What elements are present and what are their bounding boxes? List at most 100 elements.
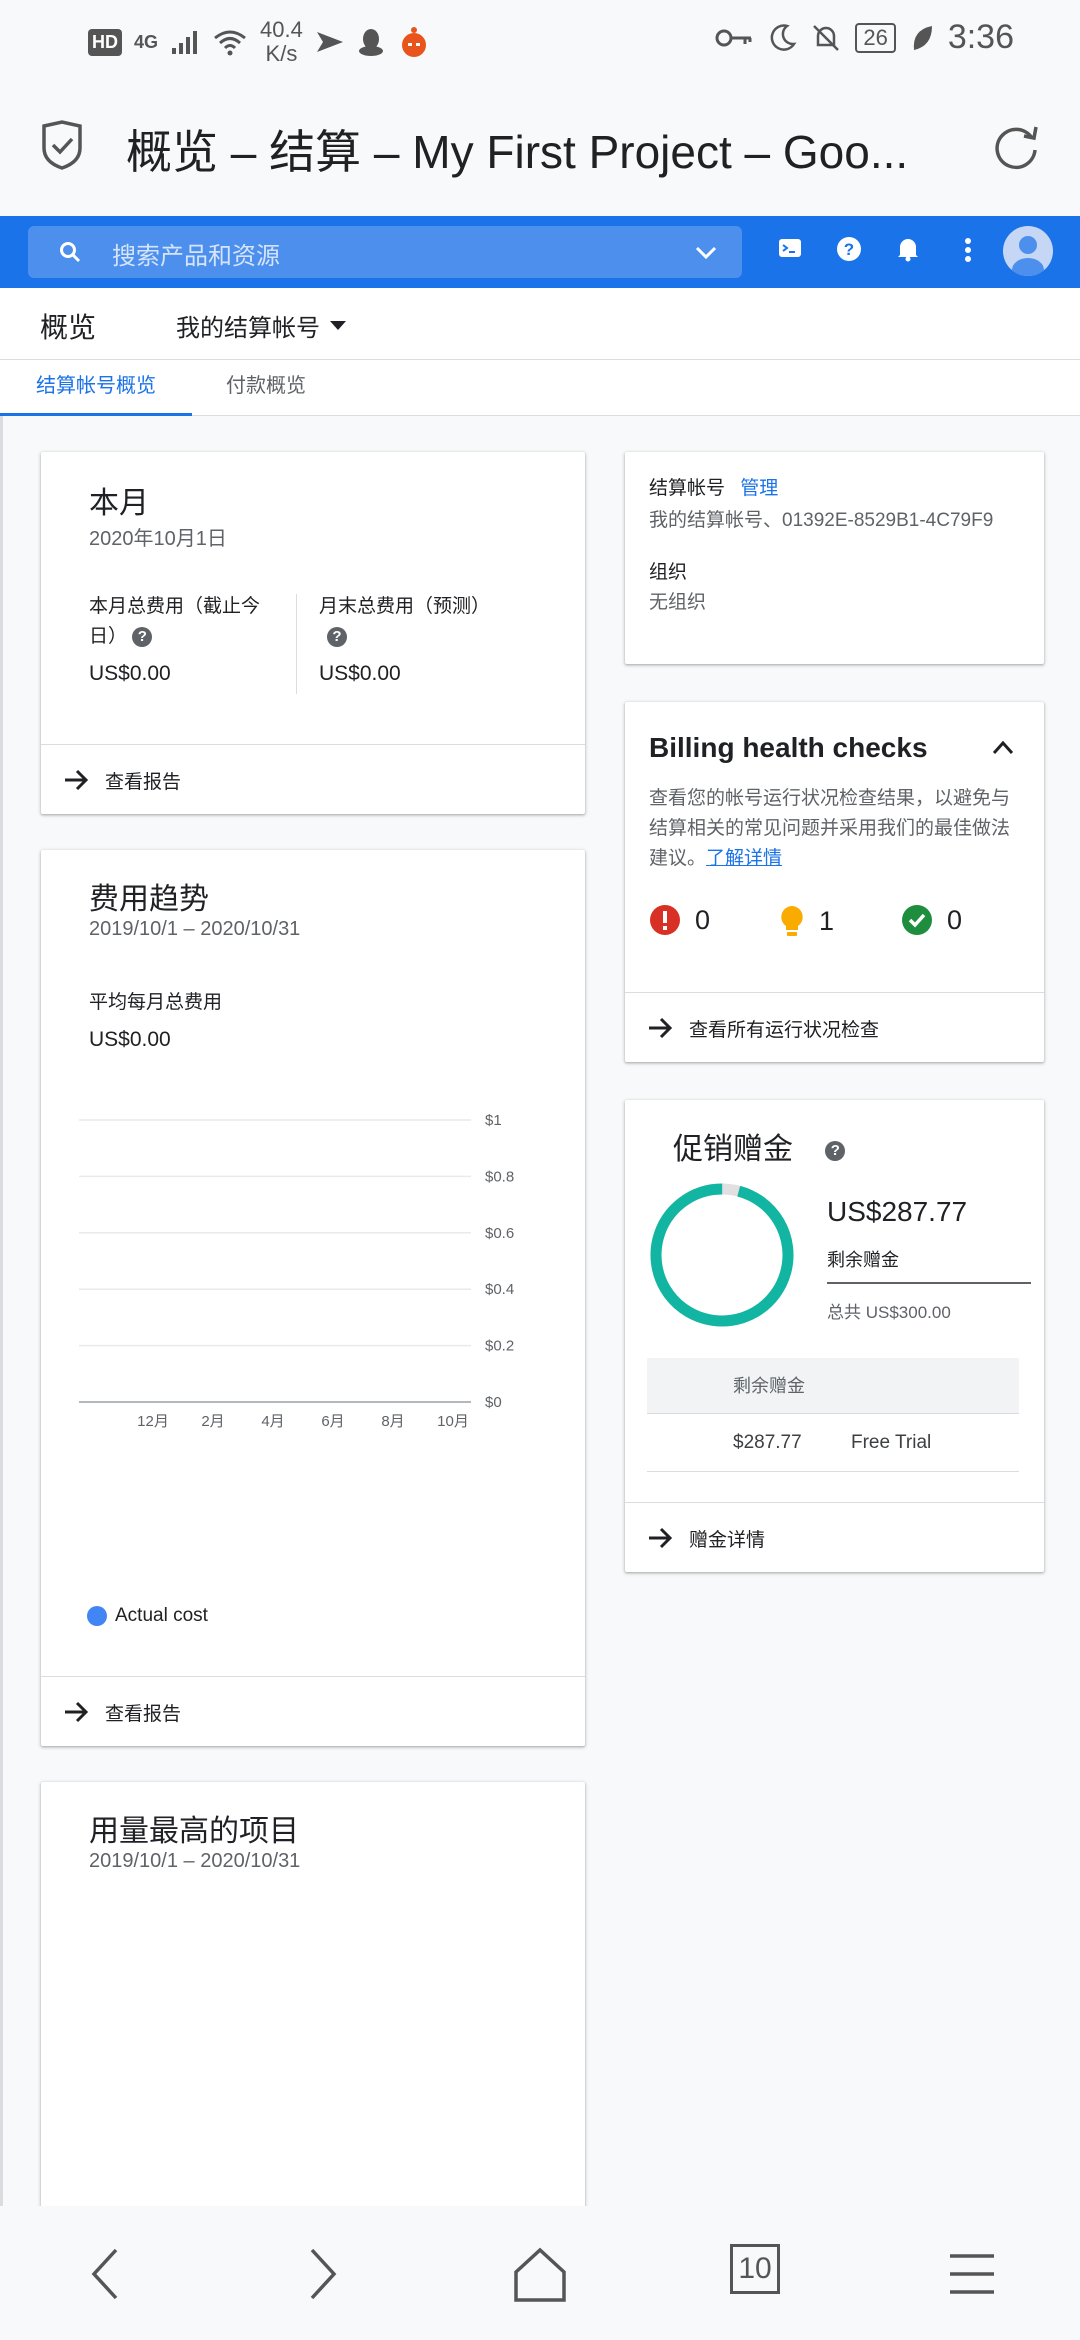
promo-title: 促销赠金 bbox=[673, 1133, 793, 1166]
notifications-icon[interactable] bbox=[896, 236, 920, 262]
browser-nav-bar: 10 bbox=[0, 2206, 1080, 2340]
promo-title-row: 促销赠金 ? bbox=[673, 1124, 846, 1168]
credit-ring-chart bbox=[650, 1183, 794, 1327]
avg-cost-value: US$0.00 bbox=[89, 1028, 171, 1051]
search-input[interactable]: 搜索产品和资源 bbox=[112, 236, 280, 271]
cost-to-date-text: 本月总费用（截止今日） bbox=[89, 596, 261, 647]
caret-down-icon bbox=[330, 321, 346, 330]
chevron-down-icon[interactable] bbox=[694, 240, 718, 264]
tab-payment-overview[interactable]: 付款概览 bbox=[192, 360, 340, 416]
chart-legend: Actual cost bbox=[87, 1605, 208, 1627]
network-speed: 40.4 K/s bbox=[260, 18, 303, 66]
chevron-up-icon[interactable] bbox=[991, 738, 1015, 756]
view-report-link[interactable]: 查看报告 bbox=[105, 1699, 181, 1726]
wifi-icon bbox=[214, 30, 246, 56]
view-all-health-checks-link[interactable]: 查看所有运行状况检查 bbox=[689, 1015, 879, 1042]
account-icon bbox=[1012, 236, 1044, 276]
credit-amount: $287.77 bbox=[733, 1432, 802, 1453]
page-title: 概览 bbox=[40, 312, 97, 343]
status-left: HD 4G 40.4 K/s bbox=[88, 18, 431, 66]
page-head: 概览 我的结算帐号 bbox=[0, 288, 1080, 360]
search-bar[interactable]: 搜索产品和资源 bbox=[28, 226, 742, 278]
help-icon[interactable]: ? bbox=[825, 1141, 846, 1162]
description-text: 查看您的帐号运行状况检查结果，以避免与结算相关的常见问题并采用我们的最佳做法建议… bbox=[649, 788, 1011, 869]
passed-count-value: 0 bbox=[947, 904, 963, 935]
warning-count[interactable]: 1 bbox=[779, 904, 834, 938]
health-check-counts: 0 1 0 bbox=[649, 904, 1029, 944]
menu-icon[interactable] bbox=[948, 2246, 996, 2302]
shield-check-icon[interactable] bbox=[40, 120, 84, 170]
more-vert-icon[interactable] bbox=[962, 236, 974, 264]
promo-credits-card: 促销赠金 ? US$287.77 剩余赠金 总共 US$300.00 剩余赠金 … bbox=[625, 1100, 1044, 1572]
forecast-text: 月末总费用（预测） bbox=[319, 596, 491, 617]
mute-bell-icon bbox=[813, 24, 840, 51]
view-report-link[interactable]: 查看报告 bbox=[105, 767, 181, 794]
forward-icon[interactable] bbox=[302, 2246, 342, 2302]
help-icon[interactable]: ? bbox=[836, 236, 862, 262]
left-edge-divider bbox=[0, 416, 3, 2206]
credit-table: 剩余赠金 $287.77 Free Trial bbox=[647, 1358, 1019, 1472]
this-month-footer[interactable]: 查看报告 bbox=[41, 744, 585, 814]
cost-to-date-label: 本月总费用（截止今日） ? bbox=[89, 592, 281, 652]
cost-trend-card: 费用趋势 2019/10/1 – 2020/10/31 平均每月总费用 US$0… bbox=[41, 850, 585, 1746]
health-checks-card: Billing health checks 查看您的帐号运行状况检查结果，以避免… bbox=[625, 702, 1044, 1062]
help-icon[interactable]: ? bbox=[132, 626, 153, 647]
error-count-value: 0 bbox=[695, 904, 711, 935]
cost-trend-footer[interactable]: 查看报告 bbox=[41, 1676, 585, 1746]
credit-details-link[interactable]: 赠金详情 bbox=[689, 1525, 765, 1552]
x-tick-label: 6月 bbox=[321, 1413, 344, 1430]
y-tick-label: $0.2 bbox=[485, 1338, 514, 1355]
manage-link[interactable]: 管理 bbox=[740, 478, 778, 499]
x-tick-label: 10月 bbox=[437, 1413, 469, 1430]
this-month-date: 2020年10月1日 bbox=[89, 528, 227, 550]
account-selector-label: 我的结算帐号 bbox=[176, 315, 320, 342]
error-count[interactable]: 0 bbox=[649, 904, 710, 936]
health-checks-description: 查看您的帐号运行状况检查结果，以避免与结算相关的常见问题并采用我们的最佳做法建议… bbox=[649, 784, 1027, 874]
x-tick-label: 12月 bbox=[137, 1413, 169, 1430]
help-icon[interactable]: ? bbox=[327, 626, 347, 647]
x-tick-label: 8月 bbox=[381, 1413, 404, 1430]
avatar[interactable] bbox=[1003, 226, 1053, 276]
arrow-right-icon bbox=[65, 769, 89, 791]
credit-table-header: 剩余赠金 bbox=[647, 1358, 1019, 1414]
send-icon bbox=[316, 32, 343, 52]
cloud-shell-icon[interactable] bbox=[778, 236, 802, 260]
home-icon[interactable] bbox=[512, 2246, 568, 2302]
remaining-credit-label: 剩余赠金 bbox=[827, 1250, 899, 1270]
warning-count-value: 1 bbox=[819, 905, 835, 936]
leaf-icon bbox=[913, 25, 932, 50]
error-icon bbox=[650, 905, 680, 935]
org-label: 组织 bbox=[649, 562, 688, 583]
y-tick-label: $0.8 bbox=[485, 1168, 514, 1185]
key-icon bbox=[715, 29, 752, 46]
org-value: 无组织 bbox=[649, 592, 707, 613]
signal-icon bbox=[172, 31, 198, 54]
cost-trend-chart: $0 $0.2 $0.4 $0.6 $0.8 $1 12月 2月 4月 6月 8月 10月 bbox=[79, 1112, 514, 1430]
billing-account-text: 结算帐号 bbox=[649, 478, 726, 499]
this-month-title: 本月 bbox=[89, 487, 149, 520]
tabs-button[interactable]: 10 bbox=[730, 2244, 780, 2294]
credit-divider bbox=[827, 1282, 1031, 1284]
speed-unit: K/s bbox=[265, 41, 298, 66]
vertical-divider bbox=[296, 594, 297, 694]
credit-name: Free Trial bbox=[851, 1432, 932, 1453]
health-checks-footer[interactable]: 查看所有运行状况检查 bbox=[625, 992, 1044, 1062]
legend-marker bbox=[87, 1605, 107, 1626]
hd-indicator: HD bbox=[88, 28, 122, 56]
forecast-value: US$0.00 bbox=[319, 662, 401, 685]
billing-account-card: 结算帐号 管理 我的结算帐号、01392E-8529B1-4C79F9 组织 无… bbox=[625, 452, 1044, 664]
lightbulb-icon bbox=[781, 906, 803, 936]
check-circle-icon bbox=[902, 905, 932, 935]
health-checks-title: Billing health checks bbox=[649, 732, 928, 763]
learn-more-link[interactable]: 了解详情 bbox=[706, 848, 782, 869]
reload-icon[interactable] bbox=[990, 120, 1042, 172]
y-tick-label: $0 bbox=[485, 1394, 502, 1411]
network-indicator: 4G bbox=[134, 31, 159, 52]
tab-account-overview[interactable]: 结算帐号概览 bbox=[0, 360, 192, 416]
page-title-text[interactable]: 概览 – 结算 – My First Project – Goo... bbox=[126, 116, 946, 182]
promo-footer[interactable]: 赠金详情 bbox=[625, 1502, 1044, 1572]
back-icon[interactable] bbox=[86, 2246, 126, 2302]
browser-title-bar: 概览 – 结算 – My First Project – Goo... bbox=[0, 80, 1080, 216]
passed-count[interactable]: 0 bbox=[901, 904, 962, 936]
billing-account-selector[interactable]: 我的结算帐号 bbox=[176, 308, 346, 343]
